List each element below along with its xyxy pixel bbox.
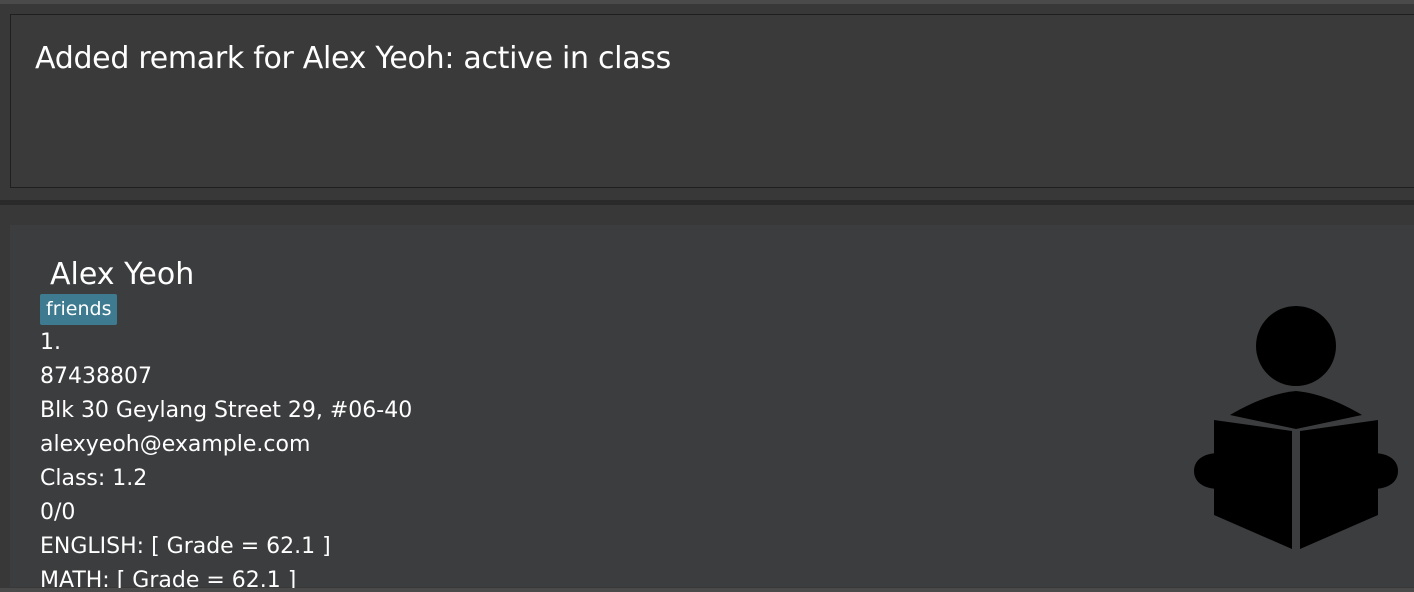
person-attendance: 0/0	[40, 500, 76, 525]
person-email: alexyeoh@example.com	[40, 432, 311, 457]
person-phone: 87438807	[40, 364, 152, 389]
bottom-border	[0, 588, 1414, 592]
result-message: Added remark for Alex Yeoh: active in cl…	[35, 41, 671, 76]
person-grade-english: ENGLISH: [ Grade = 62.1 ]	[40, 534, 331, 559]
student-reading-icon	[1194, 306, 1398, 549]
result-display-panel: Added remark for Alex Yeoh: active in cl…	[0, 4, 1414, 200]
person-name: Alex Yeoh	[50, 257, 195, 292]
person-card[interactable]: Alex Yeoh friends 1. 87438807 Blk 30 Gey…	[10, 225, 1414, 592]
app-window: Added remark for Alex Yeoh: active in cl…	[0, 0, 1414, 592]
person-class: Class: 1.2	[40, 466, 148, 491]
person-address: Blk 30 Geylang Street 29, #06-40	[40, 398, 413, 423]
person-tag: friends	[40, 294, 118, 325]
person-list-panel: Alex Yeoh friends 1. 87438807 Blk 30 Gey…	[0, 205, 1414, 592]
result-display-box[interactable]: Added remark for Alex Yeoh: active in cl…	[10, 14, 1414, 188]
person-index: 1.	[40, 330, 61, 355]
